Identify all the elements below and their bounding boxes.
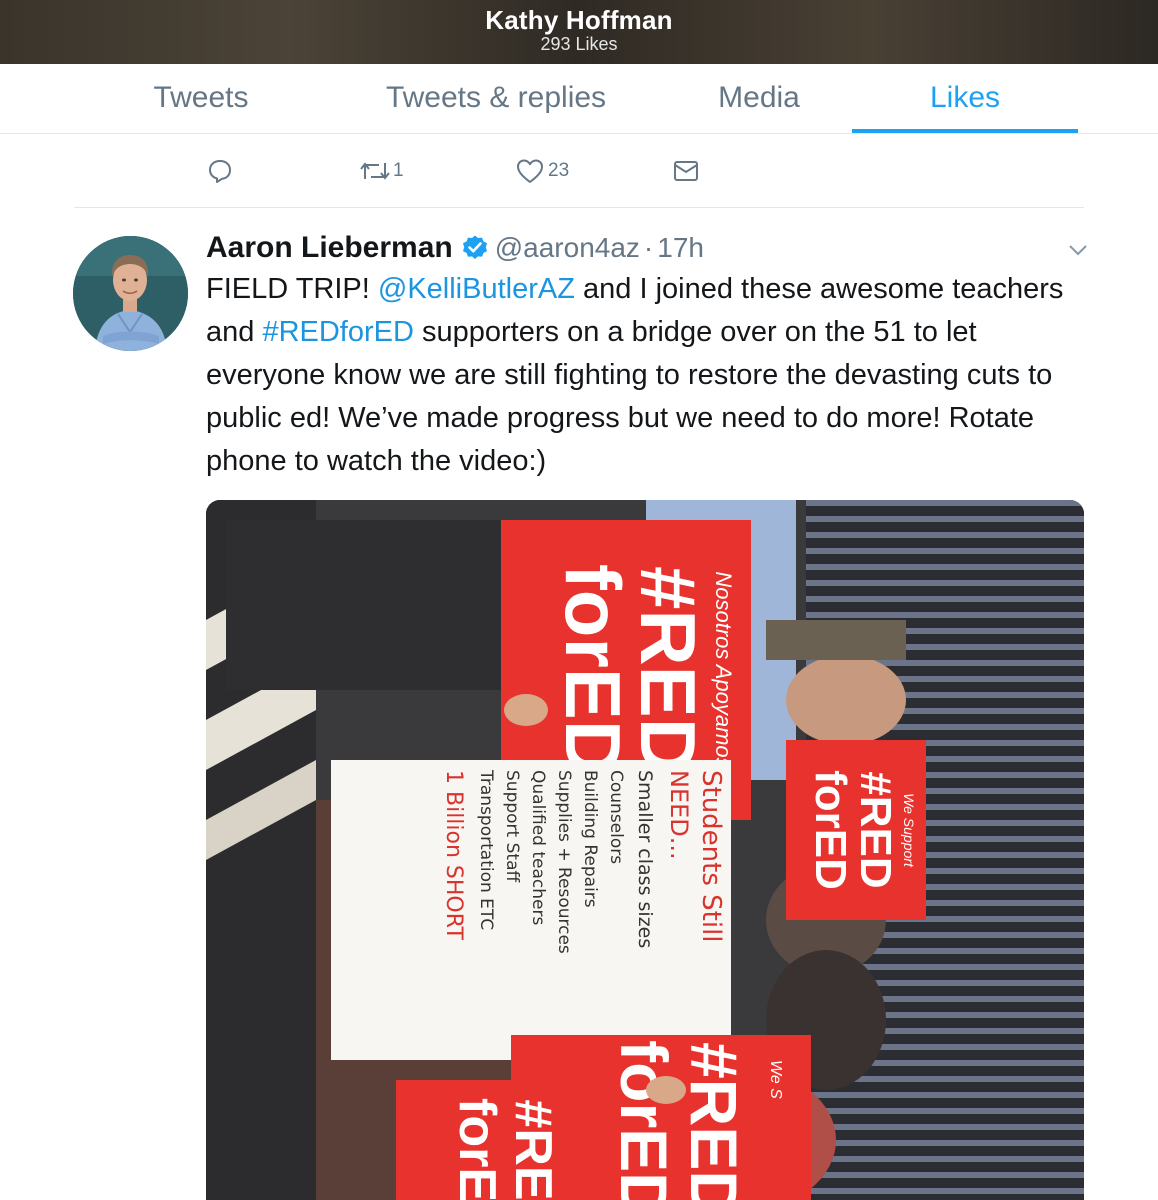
tab-tweets[interactable]: Tweets [96,64,306,133]
retweet-icon [360,162,390,180]
poster-line-8: Support Staff [502,770,522,883]
mention-link[interactable]: @KelliButlerAZ [378,273,575,305]
sign-3-main-text: #RED [677,1042,751,1200]
poster-line-1: Students Still [696,770,726,943]
direct-message-button[interactable] [673,156,699,186]
tab-likes[interactable]: Likes [852,64,1078,133]
tweet-video[interactable]: Nosotros Apoyamos #RED forED We Support … [206,500,1084,1200]
tweet-text: FIELD TRIP! @KelliButlerAZ and I joined … [206,268,1086,483]
tweet-divider [74,207,1084,208]
hashtag-link[interactable]: #REDforED [262,316,414,348]
poster-line-7: Qualified teachers [528,770,548,925]
sign-2-main-text-2: forED [806,770,855,890]
profile-tabs: Tweets Tweets & replies Media Likes [0,64,1158,134]
tweet-header: Aaron Lieberman @aaron4az · 17h [206,228,704,268]
poster-line-9: Transportation ETC [476,769,496,930]
poster-line-10: 1 Billion SHORT [441,770,466,940]
sign-2-small-text: We Support [901,793,917,868]
like-button[interactable]: 23 [516,156,569,186]
sign-4-main-text-2: forE [448,1098,506,1200]
sign-1-main-text-2: forED [549,564,637,776]
sign-4-main-text: #RE [504,1099,562,1200]
sign-3-main-text-2: forED [607,1040,681,1200]
avatar-photo [73,236,188,351]
active-tab-indicator [852,129,1078,133]
likes-count: 293 Likes [540,34,618,54]
poster-line-2: NEED... [665,770,693,860]
time-separator: · [643,232,654,263]
reply-button[interactable] [207,156,233,186]
tweet-text-part: FIELD TRIP! [206,273,378,305]
tweet-time[interactable]: 17h [657,232,704,264]
tab-media[interactable]: Media [680,64,838,133]
verified-badge-icon [461,234,489,262]
retweet-count: 1 [393,160,404,181]
retweet-button[interactable]: 1 [359,156,404,186]
author-name[interactable]: Aaron Lieberman [206,231,453,265]
poster-line-3: Smaller class sizes [634,770,656,948]
profile-name: Kathy Hoffman [485,5,673,35]
like-count: 23 [548,160,570,181]
profile-header: Kathy Hoffman 293 Likes [0,0,1158,64]
poster-line-4: Counselors [606,770,626,864]
sign-1-small-text: Nosotros Apoyamos [711,571,736,768]
chevron-down-icon [1069,245,1087,256]
tab-tweets-replies[interactable]: Tweets & replies [362,64,630,133]
author-handle[interactable]: @aaron4az [495,232,640,264]
tweet-menu-button[interactable] [1066,238,1090,262]
envelope-icon [674,161,698,181]
reply-icon [209,160,231,183]
sign-3-small-text: We S [767,1060,784,1099]
heart-icon [517,159,543,183]
poster-line-5: Building Repairs [580,770,600,908]
video-frame: Nosotros Apoyamos #RED forED We Support … [206,500,1084,1200]
previous-tweet-actions: 1 23 [0,134,1158,208]
sign-2-main-text: #RED [851,771,900,888]
poster-line-6: Supplies + Resources [554,770,574,954]
avatar[interactable] [73,236,188,351]
